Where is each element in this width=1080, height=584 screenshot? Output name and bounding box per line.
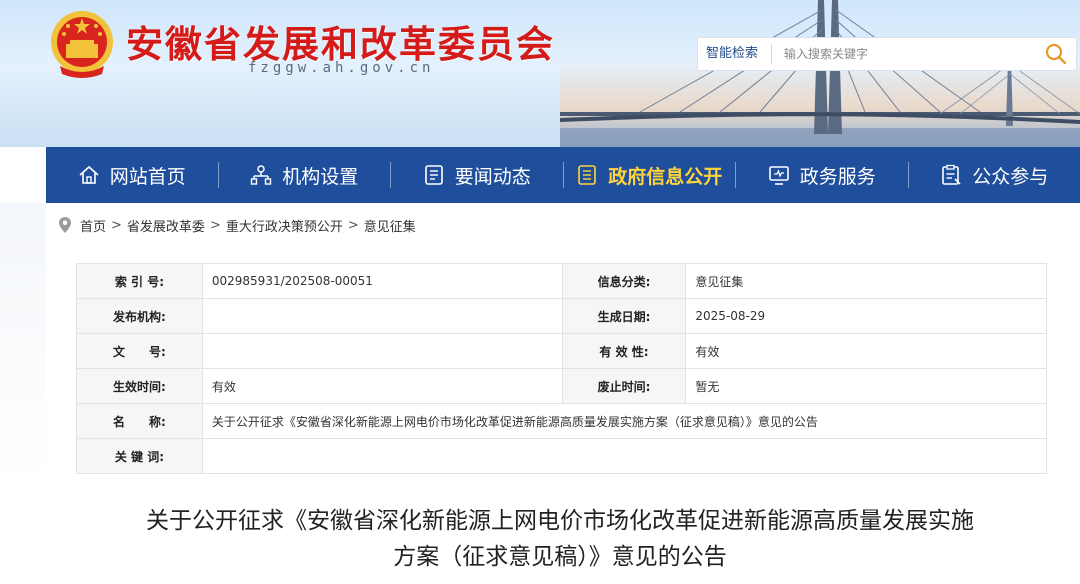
keywords-value [201,438,1048,474]
info-category-value: 意见征集 [685,263,1047,299]
breadcrumb-ndrc[interactable]: 省发展改革委 [127,216,205,235]
nav-label: 要闻动态 [454,165,531,188]
news-icon [423,164,445,186]
nav-item-gov-info-disclosure[interactable]: 政府信息公开 [564,147,736,203]
table-row: 生效时间: 有效 废止时间: 暂无 [76,368,1047,404]
main-nav: 网站首页 机构设置 要闻动态 政府信息公开 政务服务 公众参与 [46,147,1080,203]
publisher-value [201,298,563,334]
document-title-line: 方案（征求意见稿）》意见的公告 [393,544,727,570]
breadcrumb-separator: > [111,217,122,233]
home-icon [78,164,100,186]
nav-item-public-participation[interactable]: 公众参与 [909,147,1080,203]
validity-value: 有效 [685,333,1047,369]
publisher-label: 发布机构: [76,298,203,334]
breadcrumb-major-decisions[interactable]: 重大行政决策预公开 [226,216,343,235]
table-row: 发布机构: 生成日期: 2025-08-29 [76,298,1047,334]
nav-label: 公众参与 [972,165,1049,188]
repeal-time-value: 暂无 [685,368,1047,404]
breadcrumb-home[interactable]: 首页 [80,216,106,235]
index-number-label: 索 引 号: [76,263,203,299]
clipboard-icon [940,164,962,186]
document-icon [576,164,598,186]
breadcrumb-solicitation[interactable]: 意见征集 [364,216,416,235]
location-pin-icon [59,217,71,233]
monitor-icon [768,164,790,186]
table-row: 索 引 号: 002985931/202508-00051 信息分类: 意见征集 [76,263,1047,299]
nav-item-gov-services[interactable]: 政务服务 [736,147,908,203]
search-input[interactable] [772,39,1036,69]
validity-label: 有 效 性: [561,333,687,369]
nav-label: 政府信息公开 [608,165,723,188]
site-domain: fzggw.ah.gov.cn [248,60,435,76]
left-side-fade [0,203,46,483]
effective-time-label: 生效时间: [76,368,203,404]
effective-time-value: 有效 [201,368,563,404]
nav-item-home[interactable]: 网站首页 [46,147,218,203]
bridge-illustration [560,0,1080,147]
search-button[interactable] [1036,38,1076,70]
generated-date-value: 2025-08-29 [685,298,1047,334]
document-title: 关于公开征求《安徽省深化新能源上网电价市场化改革促进新能源高质量发展实施 方案（… [80,503,1040,575]
smart-search-label[interactable]: 智能检索 [698,44,772,64]
document-name-label: 名 称: [76,403,203,439]
index-number-value: 002985931/202508-00051 [201,263,563,299]
table-row: 名 称: 关于公开征求《安徽省深化新能源上网电价市场化改革促进新能源高质量发展实… [76,403,1048,439]
nav-label: 政务服务 [799,165,876,188]
search-box: 智能检索 [697,37,1077,71]
national-emblem-icon [51,11,113,78]
document-number-value [201,333,563,369]
search-icon [1045,43,1067,65]
nav-label: 网站首页 [109,165,186,188]
nav-item-news[interactable]: 要闻动态 [391,147,563,203]
document-name-value: 关于公开征求《安徽省深化新能源上网电价市场化改革促进新能源高质量发展实施方案（征… [201,403,1048,439]
breadcrumb: 首页 > 省发展改革委 > 重大行政决策预公开 > 意见征集 [58,213,416,237]
table-row: 文 号: 有 效 性: 有效 [76,333,1047,369]
site-header: 安徽省发展和改革委员会 fzggw.ah.gov.cn 智能检索 [0,0,1080,147]
document-title-line: 关于公开征求《安徽省深化新能源上网电价市场化改革促进新能源高质量发展实施 [146,508,974,534]
repeal-time-label: 废止时间: [561,368,687,404]
nav-label: 机构设置 [282,165,359,188]
generated-date-label: 生成日期: [561,298,687,334]
breadcrumb-separator: > [209,217,221,233]
document-info-table: 索 引 号: 002985931/202508-00051 信息分类: 意见征集… [76,263,1048,474]
info-category-label: 信息分类: [561,263,687,299]
nav-item-organization[interactable]: 机构设置 [219,147,391,203]
keywords-label: 关 键 词: [76,438,203,474]
table-row: 关 键 词: [76,438,1048,474]
document-number-label: 文 号: [76,333,203,369]
org-chart-icon [250,164,272,186]
breadcrumb-separator: > [347,217,359,233]
